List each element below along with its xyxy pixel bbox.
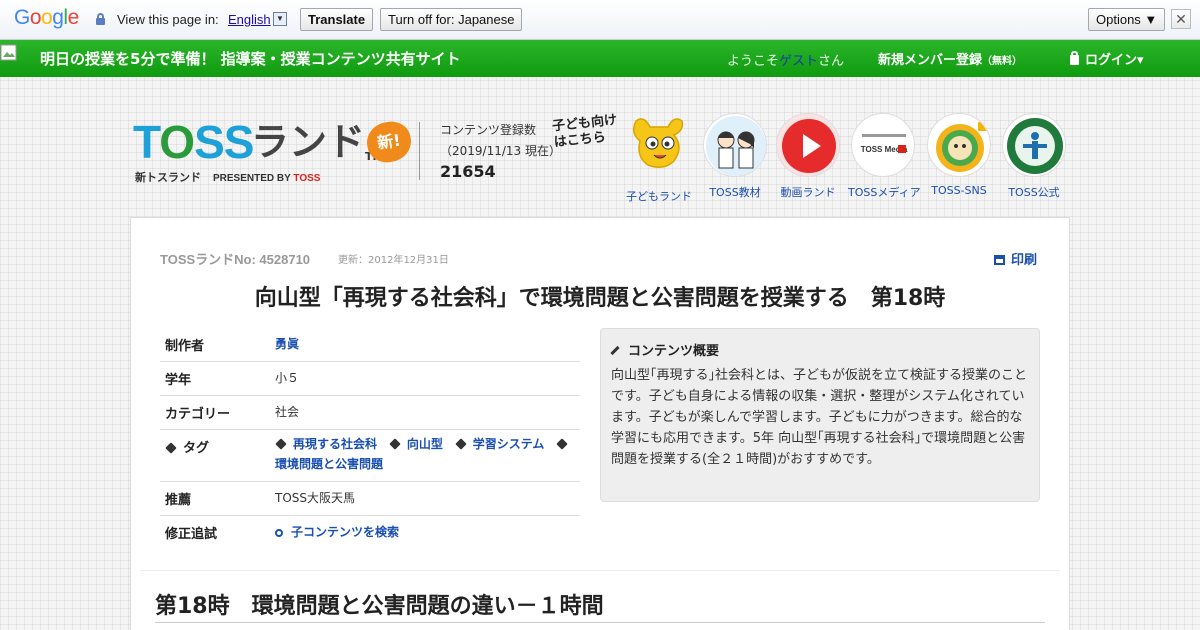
nav-toss-materials[interactable]: TOSS教材: [700, 113, 770, 200]
content-count-value: 21654: [440, 162, 496, 181]
logo-land-text: ランド: [251, 120, 366, 164]
toss-sns-icon: [936, 118, 988, 172]
play-icon: [782, 119, 836, 173]
tag-icon: [275, 438, 287, 450]
nav-toss-sns[interactable]: TOSS-SNS: [924, 113, 994, 197]
tags-icon: [165, 442, 177, 454]
category-value: 社会: [270, 395, 580, 430]
table-row: 推薦 TOSS大阪天馬: [160, 481, 580, 516]
print-icon: [994, 255, 1005, 265]
recommend-value: TOSS大阪天馬: [270, 481, 580, 516]
toss-land-logo[interactable]: TOSS ランド TM 新! 新トスランドPRESENTED BY TOSS: [133, 116, 414, 186]
nav-video-land[interactable]: 動画ランド: [773, 113, 843, 200]
header-divider: [419, 122, 420, 180]
translate-button[interactable]: Translate: [300, 8, 374, 31]
toss-land-number: TOSSランドNo: 4528710: [160, 252, 311, 267]
table-row: タグ 再現する社会科 向山型 学習システム 環境問題と公害問題: [160, 429, 580, 482]
turn-off-button[interactable]: Turn off for: Japanese: [380, 8, 523, 31]
table-row: 制作者 勇眞: [160, 328, 580, 362]
language-select[interactable]: English: [228, 12, 271, 27]
author-link[interactable]: 勇眞: [275, 337, 299, 351]
toss-official-icon: [1007, 118, 1063, 174]
nav-video-land-label: 動画ランド: [780, 186, 836, 199]
options-button[interactable]: Options ▼: [1088, 8, 1166, 31]
tag-icon: [389, 438, 401, 450]
content-count-label: コンテンツ登録数: [440, 123, 537, 137]
logo-toss-text: TOSS: [133, 116, 254, 168]
site-nav: 明日の授業を5分で準備！ 指導案・授業コンテンツ共有サイト ようこそゲストさん …: [0, 40, 1200, 77]
section-title: 第18時 環境問題と公害問題の違い－１時間: [155, 594, 604, 619]
site-tagline[interactable]: 明日の授業を5分で準備！ 指導案・授業コンテンツ共有サイト: [40, 48, 461, 69]
category-label: カテゴリー: [160, 395, 270, 430]
updated-date: 更新：2012年12月31日: [338, 255, 449, 266]
lock-icon: [1070, 51, 1079, 65]
broken-image-icon: [0, 44, 17, 61]
tag-link[interactable]: 再現する社会科: [293, 437, 377, 451]
tag-link[interactable]: 学習システム: [473, 437, 545, 451]
nav-toss-media[interactable]: TOSS Media TOSSメディア: [848, 113, 921, 200]
translate-bar: Google View this page in: English ▼ Tran…: [0, 0, 1200, 40]
view-page-label: View this page in:: [117, 12, 219, 27]
nav-toss-official[interactable]: TOSS公式: [999, 113, 1069, 200]
summary-heading: コンテンツ概要: [610, 340, 719, 359]
content-meta-table: 制作者 勇眞 学年 小５ カテゴリー 社会 タグ 再現する社会科 向山型 学習シ…: [160, 328, 580, 549]
content-count-date: （2019/11/13 現在）: [440, 144, 561, 158]
nav-toss-materials-label: TOSS教材: [709, 186, 761, 199]
revision-label: 修正追試: [165, 527, 218, 542]
grade-value: 小５: [270, 361, 580, 396]
search-icon: [275, 529, 283, 537]
login-button[interactable]: ログイン▾: [1070, 49, 1144, 68]
nav-toss-sns-label: TOSS-SNS: [931, 184, 987, 197]
print-button[interactable]: 印刷: [994, 249, 1037, 268]
tag-icon: [455, 438, 467, 450]
grade-label: 学年: [160, 361, 270, 396]
section-divider: [140, 570, 1060, 571]
tag-link[interactable]: 環境問題と公害問題: [275, 457, 383, 471]
child-content-search-link[interactable]: 子コンテンツを検索: [291, 525, 399, 539]
page-title: 向山型「再現する社会科」で環境問題と公害問題を授業する 第18時: [254, 286, 946, 311]
google-logo: Google: [14, 6, 79, 29]
nav-kids-land-label: 子どもランド: [626, 190, 692, 203]
pencil-icon: [610, 345, 620, 356]
close-icon[interactable]: ✕: [1171, 9, 1191, 29]
language-dropdown-icon[interactable]: ▼: [273, 12, 287, 26]
tag-icon: [556, 438, 568, 450]
welcome-text: ようこそゲストさん: [727, 54, 845, 69]
table-row: カテゴリー 社会: [160, 395, 580, 430]
tag-link[interactable]: 向山型: [407, 437, 443, 451]
summary-text: 向山型｢再現する｣社会科とは、子どもが仮説を立て検証する授業のことです。子ども自…: [611, 368, 1028, 467]
lock-icon: [96, 13, 105, 25]
author-label: 制作者: [160, 328, 270, 362]
mascot-icon: [633, 118, 684, 168]
recommend-label: 推薦: [160, 481, 270, 516]
tag-label: タグ: [160, 429, 270, 482]
nav-toss-official-label: TOSS公式: [1008, 186, 1060, 199]
guest-name: ゲスト: [779, 54, 819, 69]
section-underline: [155, 622, 1045, 623]
nav-kids-land[interactable]: 子どもランド: [624, 113, 694, 204]
register-link[interactable]: 新規メンバー登録（無料）: [878, 49, 1022, 68]
table-row: 学年 小５: [160, 361, 580, 396]
kids-callout: 子ども向け はこちら: [551, 112, 618, 151]
logo-subtitle: 新トスランド PRESENTED BY TOSS: [135, 172, 321, 184]
toss-media-icon: TOSS Media: [860, 130, 908, 162]
table-row: 修正追試 子コンテンツを検索: [160, 516, 580, 550]
children-icon: [706, 116, 766, 176]
nav-toss-media-label: TOSSメディア: [848, 186, 921, 199]
